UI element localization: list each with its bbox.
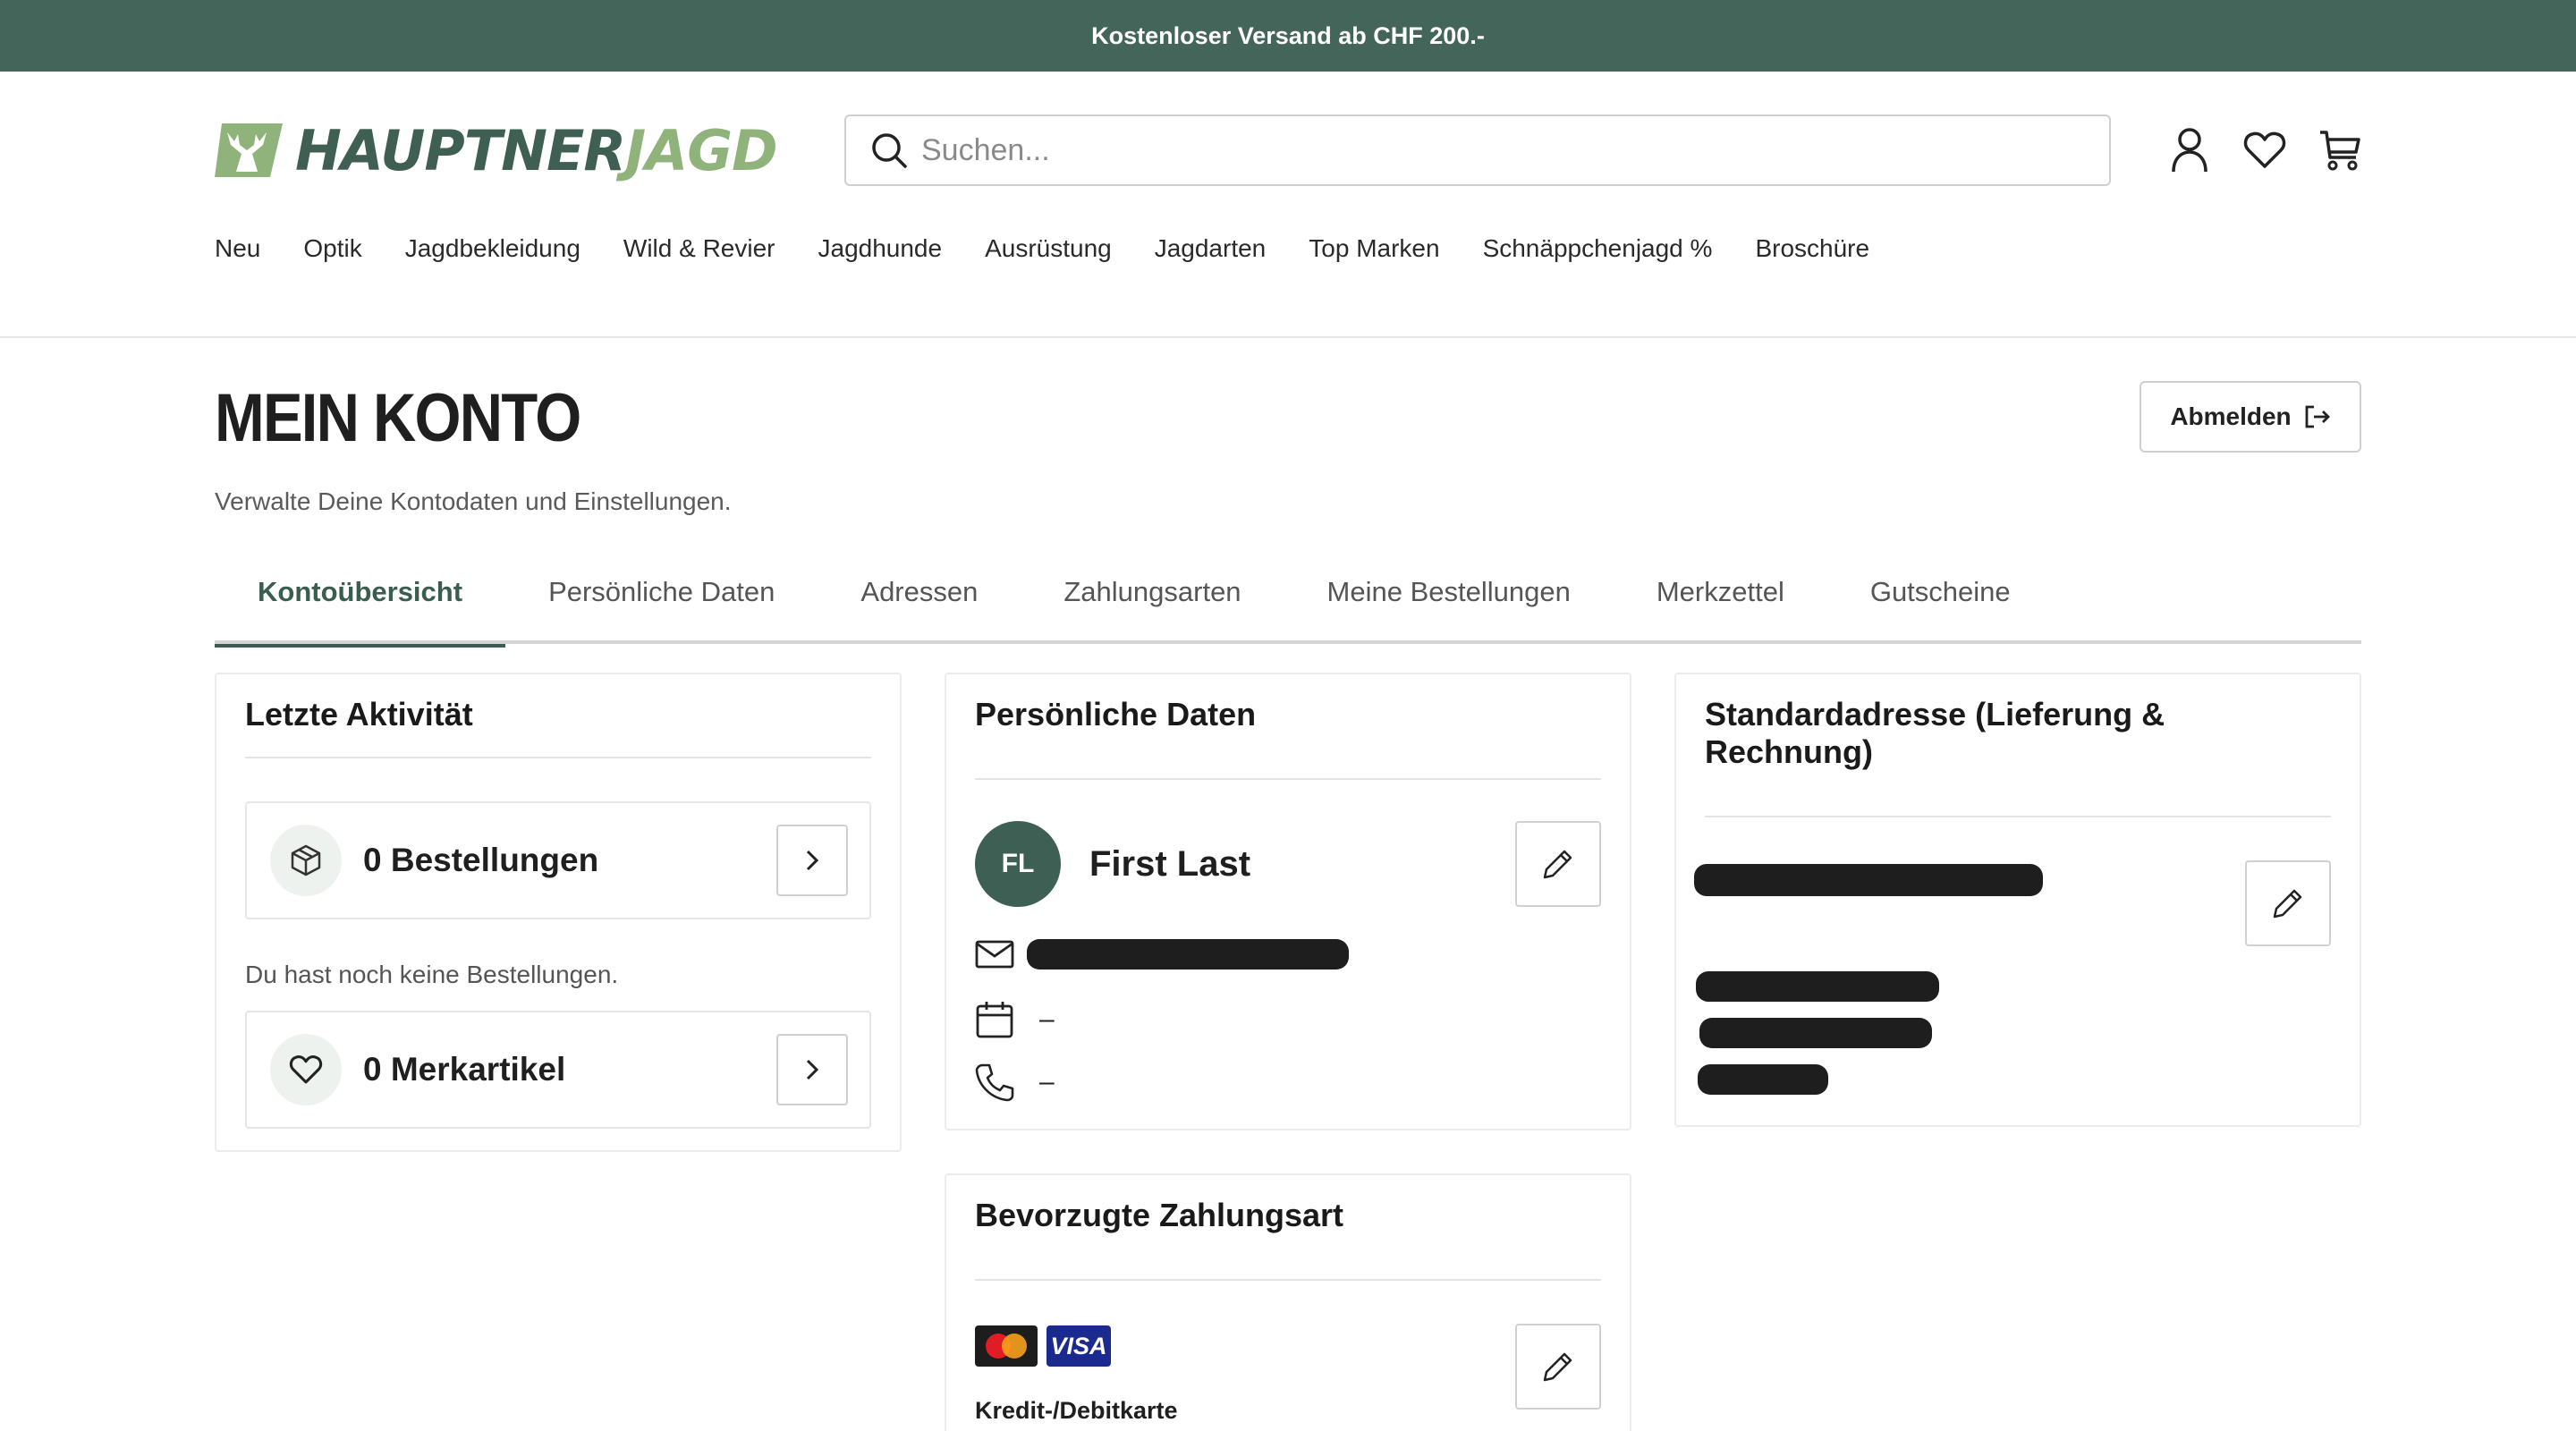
logo-wordmark: HAUPTNERJAGD — [295, 117, 778, 183]
nav-item-jagdarten[interactable]: Jagdarten — [1155, 234, 1267, 263]
search-box[interactable] — [844, 114, 2111, 186]
chevron-right-icon — [806, 850, 819, 871]
nav-item-broschuere[interactable]: Broschüre — [1755, 234, 1869, 263]
search-icon — [872, 133, 907, 168]
heart-icon — [2243, 131, 2286, 168]
payment-title: Bevorzugte Zahlungsart — [975, 1197, 1344, 1233]
orders-count: 0 Bestellungen — [363, 842, 599, 878]
tab-persoenliche-daten[interactable]: Persönliche Daten — [505, 563, 818, 644]
address-line-redacted — [1699, 1018, 1932, 1048]
nav-item-neu[interactable]: Neu — [215, 234, 260, 263]
nav-item-top-marken[interactable]: Top Marken — [1309, 234, 1439, 263]
birthday-row: – — [975, 1000, 1055, 1039]
card-divider — [975, 778, 1601, 780]
search-input[interactable] — [921, 132, 1995, 168]
cart-button[interactable] — [2318, 125, 2361, 175]
tab-merkzettel[interactable]: Merkzettel — [1614, 563, 1827, 644]
personal-data-card: Persönliche Daten FL First Last – – — [945, 673, 1631, 1130]
pencil-icon — [2273, 889, 2302, 919]
pencil-icon — [1543, 850, 1572, 879]
nav-item-wild-revier[interactable]: Wild & Revier — [623, 234, 775, 263]
edit-payment-button[interactable] — [1515, 1324, 1601, 1410]
payment-card: Bevorzugte Zahlungsart VISA Kredit-/Debi… — [945, 1173, 1631, 1431]
main-nav: Neu Optik Jagdbekleidung Wild & Revier J… — [215, 234, 1869, 263]
promo-bar: Kostenloser Versand ab CHF 200.- — [0, 0, 2576, 72]
profile-name: First Last — [1089, 844, 1251, 884]
visa-icon: VISA — [1046, 1325, 1111, 1367]
nav-item-ausruestung[interactable]: Ausrüstung — [985, 234, 1112, 263]
address-line-redacted — [1694, 864, 2043, 896]
nav-item-optik[interactable]: Optik — [303, 234, 361, 263]
header-divider — [0, 336, 2576, 338]
email-row — [975, 939, 1349, 970]
wishlist-item[interactable]: 0 Merkartikel — [245, 1011, 871, 1129]
nav-item-schnaeppchenjagd[interactable]: Schnäppchenjagd % — [1483, 234, 1713, 263]
nav-item-jagdbekleidung[interactable]: Jagdbekleidung — [405, 234, 580, 263]
promo-text: Kostenloser Versand ab CHF 200.- — [1091, 21, 1485, 49]
avatar: FL — [975, 821, 1061, 907]
orders-empty-note: Du hast noch keine Bestellungen. — [245, 961, 619, 988]
email-redacted — [1027, 939, 1349, 970]
edit-address-button[interactable] — [2245, 860, 2331, 946]
tab-kontouebersicht[interactable]: Kontoübersicht — [215, 563, 506, 648]
card-divider — [975, 1279, 1601, 1281]
address-title: Standardadresse (Lieferung & Rechnung) — [1705, 696, 2165, 770]
orders-item[interactable]: 0 Bestellungen — [245, 801, 871, 919]
payment-logos: VISA — [975, 1325, 1111, 1367]
birthday-value: – — [1039, 1004, 1055, 1034]
tab-zahlungsarten[interactable]: Zahlungsarten — [1021, 563, 1284, 644]
logo-part-hauptner: HAUPTNER — [295, 117, 626, 183]
header-icons — [2168, 125, 2361, 175]
user-icon — [2172, 128, 2207, 173]
tab-adressen[interactable]: Adressen — [818, 563, 1021, 644]
page-title: MEIN KONTO — [215, 380, 581, 456]
nav-item-jagdhunde[interactable]: Jagdhunde — [818, 234, 943, 263]
logo[interactable]: HAUPTNERJAGD — [215, 116, 787, 184]
phone-row: – — [975, 1063, 1055, 1102]
package-icon — [270, 825, 342, 896]
logout-button[interactable]: Abmelden — [2140, 381, 2361, 453]
phone-icon — [975, 1063, 1014, 1102]
wishlist-button[interactable] — [2243, 125, 2286, 175]
logout-icon — [2305, 405, 2330, 428]
personal-title: Persönliche Daten — [975, 696, 1257, 732]
wishlist-open-button[interactable] — [776, 1034, 848, 1105]
card-divider — [1705, 816, 2331, 817]
account-button[interactable] — [2168, 125, 2211, 175]
tab-gutscheine[interactable]: Gutscheine — [1827, 563, 2054, 644]
activity-title: Letzte Aktivität — [245, 696, 473, 732]
edit-personal-button[interactable] — [1515, 821, 1601, 907]
cart-icon — [2320, 131, 2360, 171]
activity-card: Letzte Aktivität 0 Bestellungen Du hast … — [215, 673, 902, 1152]
address-card: Standardadresse (Lieferung & Rechnung) — [1674, 673, 2361, 1127]
page-subtitle: Verwalte Deine Kontodaten und Einstellun… — [215, 487, 732, 515]
mail-icon — [975, 940, 1014, 969]
account-tabs: Kontoübersicht Persönliche Daten Adresse… — [215, 563, 2361, 648]
address-line-redacted — [1698, 1064, 1828, 1095]
address-line-redacted — [1696, 971, 1939, 1002]
orders-open-button[interactable] — [776, 825, 848, 896]
pencil-icon — [1543, 1352, 1572, 1382]
card-divider — [245, 757, 871, 758]
phone-value: – — [1039, 1067, 1055, 1097]
mastercard-icon — [975, 1325, 1038, 1367]
logout-label: Abmelden — [2170, 402, 2292, 430]
chevron-right-icon — [806, 1059, 819, 1080]
payment-method-label: Kredit-/Debitkarte — [975, 1397, 1178, 1424]
wishlist-count: 0 Merkartikel — [363, 1051, 566, 1088]
deer-antler-icon — [215, 123, 283, 177]
calendar-icon — [976, 1002, 1013, 1038]
tab-meine-bestellungen[interactable]: Meine Bestellungen — [1284, 563, 1614, 644]
logo-part-jagd: JAGD — [625, 117, 777, 183]
heart-icon — [270, 1034, 342, 1105]
